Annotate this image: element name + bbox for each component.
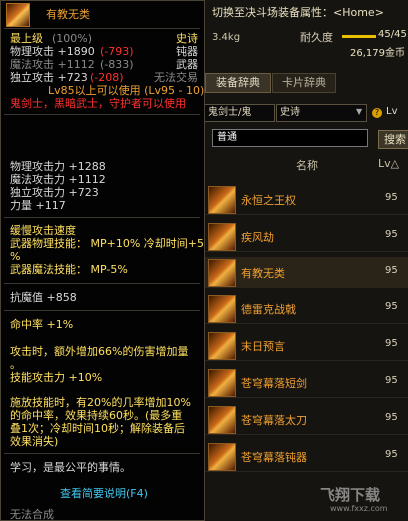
stat-independent-attack: 独立攻击力 +723 (10, 186, 99, 199)
stat-strength: 力量 +117 (10, 199, 66, 212)
divider (4, 453, 200, 454)
view-brief-description-link[interactable]: 查看简要说明(F4) (60, 487, 148, 500)
weapon-type: 钝器 (176, 45, 198, 58)
durability-value: 45/45 (378, 29, 407, 40)
weapon-magic-skill: 武器魔法技能： MP-5% (10, 263, 128, 276)
weapon-icon (208, 259, 236, 287)
item-name: 有教无类 (241, 267, 285, 280)
weapon-icon (208, 295, 236, 323)
item-name: 疾风劫 (241, 231, 274, 244)
item-level: 95 (385, 301, 398, 312)
divider (4, 310, 200, 311)
watermark-logo: 飞翔下载 (320, 486, 381, 504)
divider (4, 217, 200, 218)
flavor-text: 学习，是最公平的事情。 (10, 461, 131, 474)
class-requirement: 鬼剑士，黑暗武士，守护者可以使用 (10, 97, 186, 110)
list-item[interactable]: 永恒之王权 95 (205, 184, 408, 215)
chevron-down-icon[interactable]: ▼ (356, 104, 366, 120)
item-name: 永恒之王权 (241, 194, 296, 207)
cast-effect-2: 的命中率，效果持续60秒。(最多重 (10, 409, 183, 422)
weapon-icon (208, 223, 236, 251)
item-grade: 最上级 (10, 32, 43, 45)
item-level: 95 (385, 265, 398, 276)
item-level: 95 (385, 229, 398, 240)
item-rarity: 史诗 (176, 32, 198, 45)
cast-effect-3: 叠1次；冷却时间10秒；解除装备后 (10, 422, 185, 435)
cast-effect-4: 效果消失) (10, 435, 59, 448)
item-name: 末日预言 (241, 340, 285, 353)
cast-effect: 施放技能时，有20%的几率增加10% (10, 396, 191, 409)
column-header-level[interactable]: Lv△ (378, 157, 399, 170)
stat-magic-attack: 魔法攻击力 +1112 (10, 173, 106, 186)
magic-attack-diff: (-833) (100, 58, 134, 71)
item-level: 95 (385, 412, 398, 423)
weapon-icon (208, 443, 236, 471)
stat-physical-attack: 物理攻击力 +1288 (10, 160, 106, 173)
tab-card-dictionary[interactable]: 卡片辞典 (272, 73, 336, 93)
gold-amount: 26,179金币 (350, 48, 405, 59)
help-icon[interactable]: ? (372, 108, 382, 118)
divider (4, 114, 200, 115)
durability-label: 耐久度 (300, 31, 333, 44)
physical-attack: 物理攻击 +1890 (10, 45, 95, 58)
trade-status: 无法交易 (154, 71, 198, 84)
column-header-name[interactable]: 名称 (296, 157, 318, 173)
weapon-icon (208, 332, 236, 360)
item-name: 德雷克战戟 (241, 303, 296, 316)
list-item[interactable]: 德雷克战戟 95 (205, 293, 408, 324)
item-level: 95 (385, 449, 398, 460)
class-select[interactable]: 鬼剑士/鬼 (204, 104, 275, 122)
tab-equipment-dictionary[interactable]: 装备辞典 (205, 73, 271, 93)
weapon-icon (208, 406, 236, 434)
extra-damage-cont: 。 (10, 358, 21, 371)
watermark-url: www.fxxz.com (330, 504, 388, 513)
attack-speed: 缓慢攻击速度 (10, 224, 76, 237)
weapon-icon (208, 186, 236, 214)
list-item[interactable]: 末日预言 95 (205, 330, 408, 361)
level-filter-label[interactable]: Lv (386, 106, 398, 117)
list-item[interactable]: 疾风劫 95 (205, 221, 408, 252)
divider (4, 28, 200, 29)
level-requirement: Lv85以上可以使用 (Lv95 - 10) (48, 84, 205, 97)
list-item[interactable]: 有教无类 95 (205, 257, 408, 288)
item-name: 苍穹幕落钝器 (241, 451, 307, 464)
durability-bar (342, 35, 376, 38)
weapon-icon (208, 369, 236, 397)
fusion-status: 无法合成 (10, 508, 54, 521)
item-level: 95 (385, 192, 398, 203)
hit-rate: 命中率 +1% (10, 318, 74, 331)
search-button[interactable]: 搜索 (378, 130, 408, 149)
skill-attack: 技能攻击力 +10% (10, 371, 103, 384)
search-input[interactable]: 普通 (212, 129, 368, 147)
independent-attack-diff: (-208) (90, 71, 124, 84)
switch-attribute-hint: 切换至决斗场装备属性：<Home> (212, 6, 384, 19)
list-item[interactable]: 苍穹幕落短剑 95 (205, 367, 408, 398)
weapon-physical-skill: 武器物理技能： MP+10% 冷却时间+5 (10, 237, 204, 250)
physical-attack-diff: (-793) (100, 45, 134, 58)
divider (4, 283, 200, 284)
list-item[interactable]: 苍穹幕落钝器 95 (205, 441, 408, 472)
magic-attack: 魔法攻击 +1112 (10, 58, 95, 71)
weapon-icon (6, 3, 30, 27)
weapon-physical-skill-cont: % (10, 250, 21, 263)
list-item[interactable]: 苍穹幕落太刀 95 (205, 404, 408, 435)
extra-damage: 攻击时，额外增加66%的伤害增加量 (10, 345, 189, 358)
item-name: 苍穹幕落太刀 (241, 414, 307, 427)
independent-attack: 独立攻击 +723 (10, 71, 88, 84)
item-level: 95 (385, 338, 398, 349)
item-name: 苍穹幕落短剑 (241, 377, 307, 390)
item-title: 有教无类 (46, 8, 90, 21)
item-grade-percent: (100%) (52, 32, 93, 45)
item-level: 95 (385, 375, 398, 386)
anti-demon-value: 抗魔值 +858 (10, 291, 77, 304)
rarity-select[interactable]: 史诗 (276, 104, 367, 122)
equipment-slot: 武器 (176, 58, 198, 71)
item-weight: 3.4kg (212, 32, 241, 43)
